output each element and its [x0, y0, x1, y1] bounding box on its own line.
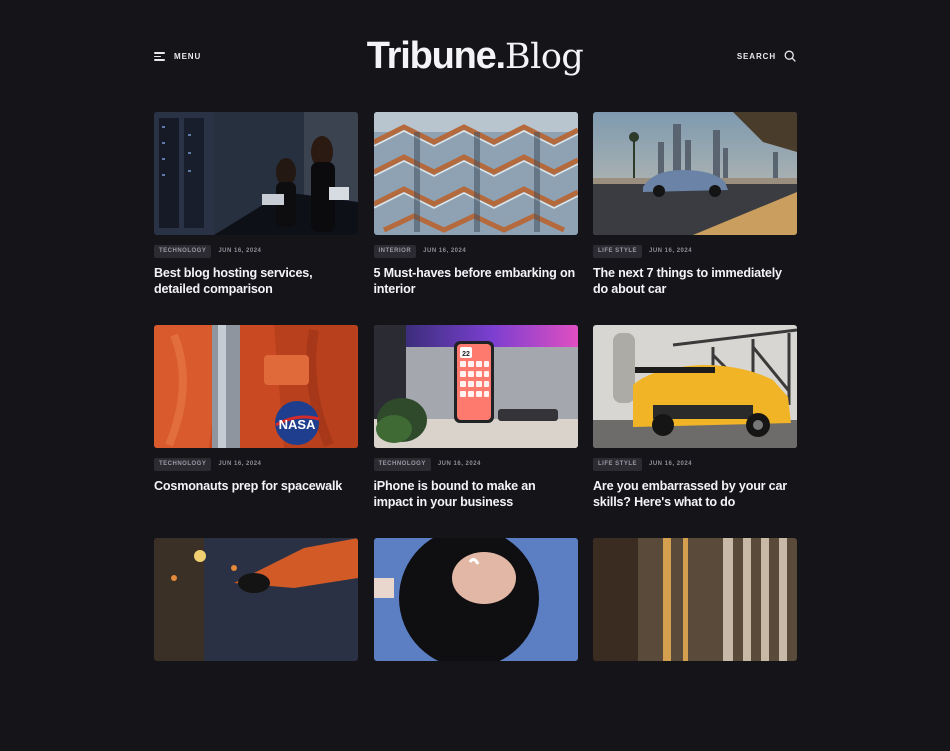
- category-tag[interactable]: INTERIOR: [373, 244, 417, 258]
- category-tag[interactable]: LIFE STYLE: [593, 244, 643, 258]
- post-date: JUN 16, 2024: [218, 248, 262, 254]
- post-card: [154, 538, 358, 751]
- hamburger-icon: [154, 51, 166, 61]
- logo-light-text: Blog: [504, 37, 584, 77]
- post-thumbnail-spacesuit[interactable]: NASA: [154, 325, 358, 448]
- post-thumbnail-portrait[interactable]: [373, 538, 578, 661]
- nasa-patch-text: NASA: [279, 417, 316, 432]
- post-title[interactable]: Cosmonauts prep for spacewalk: [154, 478, 358, 494]
- search-icon: [784, 50, 796, 62]
- menu-button[interactable]: MENU: [154, 51, 201, 61]
- post-grid: TECHNOLOGY JUN 16, 2024 Best blog hostin…: [154, 112, 797, 751]
- post-card: NASA TECHNOLOGY JUN 16, 2024 Cosmonauts …: [154, 325, 358, 538]
- category-tag[interactable]: TECHNOLOGY: [154, 244, 212, 258]
- post-title[interactable]: 5 Must-haves before embarking on interio…: [374, 265, 578, 297]
- post-card: LIFE STYLE JUN 16, 2024 The next 7 thing…: [593, 112, 797, 325]
- post-card: TECHNOLOGY JUN 16, 2024 Best blog hostin…: [154, 112, 358, 325]
- category-tag[interactable]: TECHNOLOGY: [154, 457, 212, 471]
- menu-label: MENU: [174, 51, 202, 61]
- phone-clock-text: 22: [462, 351, 470, 358]
- logo-bold-text: Tribune.: [366, 35, 506, 77]
- category-tag[interactable]: LIFE STYLE: [593, 457, 643, 471]
- post-thumbnail-server-room[interactable]: [154, 112, 358, 235]
- post-date: JUN 16, 2024: [437, 461, 481, 467]
- site-header: MENU Tribune.Blog SEARCH: [154, 34, 796, 79]
- search-label: SEARCH: [736, 51, 776, 61]
- post-thumbnail-iphone-desk[interactable]: 22: [373, 325, 578, 448]
- post-date: JUN 16, 2024: [218, 461, 262, 467]
- post-title[interactable]: iPhone is bound to make an impact in you…: [374, 478, 578, 510]
- site-logo[interactable]: Tribune.Blog: [367, 34, 584, 79]
- post-card: LIFE STYLE JUN 16, 2024 Are you embarras…: [593, 325, 797, 538]
- post-title[interactable]: Best blog hosting services, detailed com…: [154, 265, 358, 297]
- post-thumbnail-city-night[interactable]: [154, 538, 358, 661]
- post-title[interactable]: Are you embarrassed by your car skills? …: [593, 478, 797, 510]
- post-title[interactable]: The next 7 things to immediately do abou…: [593, 265, 797, 297]
- post-card: [593, 538, 797, 751]
- post-card: 22 TECHNOLOGY JUN 16, 2024 iPhone is bou…: [373, 325, 578, 538]
- category-tag[interactable]: TECHNOLOGY: [373, 457, 431, 471]
- post-thumbnail-building[interactable]: [593, 538, 797, 661]
- post-thumbnail-vessel-stairs[interactable]: [373, 112, 578, 235]
- post-date: JUN 16, 2024: [649, 461, 693, 467]
- post-card: [373, 538, 578, 751]
- post-card: INTERIOR JUN 16, 2024 5 Must-haves befor…: [373, 112, 578, 325]
- post-thumbnail-sports-car-city[interactable]: [593, 112, 797, 235]
- post-date: JUN 16, 2024: [649, 248, 693, 254]
- post-thumbnail-yellow-porsche[interactable]: [593, 325, 797, 448]
- post-date: JUN 16, 2024: [423, 248, 467, 254]
- search-button[interactable]: SEARCH: [737, 50, 796, 62]
